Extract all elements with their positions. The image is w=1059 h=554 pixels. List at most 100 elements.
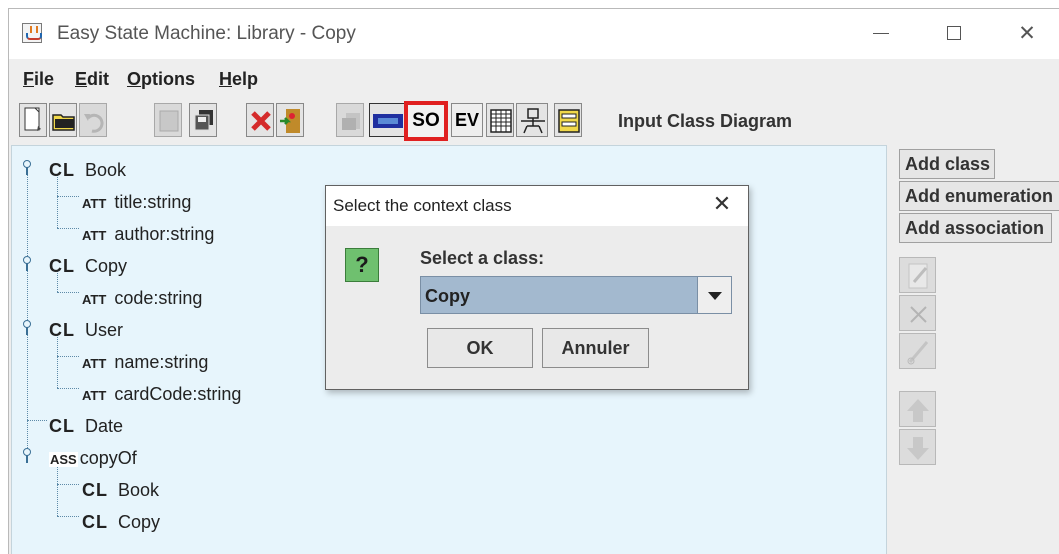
add-class-button[interactable]: Add class xyxy=(899,149,995,179)
node-label: copyOf xyxy=(79,448,137,468)
arrow-down-icon xyxy=(907,437,929,460)
open-folder-icon xyxy=(52,114,75,131)
attribute-tag: ATT xyxy=(82,356,107,371)
dialog-title-bar: Select the context class ✕ xyxy=(326,186,748,226)
node-label: title:string xyxy=(114,192,192,212)
delete-button[interactable] xyxy=(246,103,274,137)
new-file-icon xyxy=(24,107,41,131)
node-label: Date xyxy=(85,416,124,436)
open-folder-button[interactable] xyxy=(49,103,77,137)
tree-node-attribute[interactable]: ATT title:string xyxy=(82,192,191,213)
link-button[interactable] xyxy=(899,333,936,369)
save-icon xyxy=(159,110,179,132)
window-title: Easy State Machine: Library - Copy xyxy=(57,23,356,44)
tree-hline xyxy=(57,292,79,293)
save-all-icon xyxy=(194,110,213,131)
class-tag: CL xyxy=(49,416,75,436)
tree-node-association[interactable]: ASS copyOf xyxy=(49,448,137,469)
class-tag: CL xyxy=(49,256,75,276)
menu-help[interactable]: Help xyxy=(219,69,258,90)
save-button[interactable] xyxy=(154,103,182,137)
title-bar: Easy State Machine: Library - Copy ✕ xyxy=(9,9,1059,59)
delete-icon xyxy=(251,111,271,131)
java-app-icon xyxy=(22,23,42,43)
close-icon xyxy=(910,306,927,323)
tree-branch-line xyxy=(57,174,58,228)
node-label: Copy xyxy=(85,256,128,276)
tree-node-class[interactable]: CL User xyxy=(49,320,123,341)
maximize-button[interactable] xyxy=(931,15,977,53)
tree-hline xyxy=(57,388,79,389)
expand-toggle-icon[interactable] xyxy=(21,160,31,175)
tree-node-attribute[interactable]: ATT author:string xyxy=(82,224,214,245)
association-tag: ASS xyxy=(49,452,78,467)
state-machine-button[interactable] xyxy=(369,103,405,137)
grid-button[interactable] xyxy=(486,103,514,137)
dialog-close-button[interactable]: ✕ xyxy=(704,190,740,222)
attribute-tag: ATT xyxy=(82,228,107,243)
tree-hline xyxy=(57,196,79,197)
toolbar: SO EV Input Class Diagram xyxy=(9,101,1059,145)
remove-button[interactable] xyxy=(899,295,936,331)
copy-button[interactable] xyxy=(336,103,364,137)
move-down-button[interactable] xyxy=(899,429,936,465)
close-window-button[interactable]: ✕ xyxy=(1004,15,1050,53)
tree-hline xyxy=(57,228,79,229)
new-file-button[interactable] xyxy=(19,103,47,137)
class-select[interactable]: Copy xyxy=(420,276,732,314)
tree-node-class[interactable]: CL Copy xyxy=(82,512,160,533)
robot-button[interactable] xyxy=(516,103,548,137)
ev-button[interactable]: EV xyxy=(451,103,483,137)
tree-node-class[interactable]: CL Book xyxy=(49,160,126,181)
menu-file[interactable]: File xyxy=(23,69,54,90)
tree-node-class[interactable]: CL Copy xyxy=(49,256,127,277)
add-enumeration-button[interactable]: Add enumeration xyxy=(899,181,1059,211)
expand-toggle-icon[interactable] xyxy=(21,256,31,271)
tree-hline xyxy=(57,356,79,357)
tree-root-line xyxy=(27,166,28,462)
undo-icon xyxy=(84,113,104,133)
class-select-value: Copy xyxy=(425,286,470,306)
tree-node-attribute[interactable]: ATT code:string xyxy=(82,288,202,309)
save-all-button[interactable] xyxy=(189,103,217,137)
attribute-tag: ATT xyxy=(82,388,107,403)
tree-node-attribute[interactable]: ATT cardCode:string xyxy=(82,384,241,405)
edit-button[interactable] xyxy=(899,257,936,293)
minimize-icon xyxy=(873,32,889,34)
tree-hline xyxy=(57,516,79,517)
menu-edit[interactable]: Edit xyxy=(75,69,109,90)
node-label: name:string xyxy=(114,352,209,372)
maximize-icon xyxy=(947,26,961,40)
node-label: Copy xyxy=(118,512,161,532)
tree-node-class[interactable]: CL Date xyxy=(49,416,123,437)
undo-button[interactable] xyxy=(79,103,107,137)
minimize-button[interactable] xyxy=(858,15,904,53)
edit-icon xyxy=(908,263,928,289)
grid-icon xyxy=(490,109,512,133)
cancel-button[interactable]: Annuler xyxy=(542,328,649,368)
ok-button[interactable]: OK xyxy=(427,328,533,368)
so-button[interactable]: SO xyxy=(404,101,448,141)
node-label: User xyxy=(85,320,124,340)
expand-toggle-icon[interactable] xyxy=(21,320,31,335)
select-context-class-dialog: Select the context class ✕ ? Select a cl… xyxy=(325,185,749,390)
tree-hline xyxy=(27,420,47,421)
move-up-button[interactable] xyxy=(899,391,936,427)
chevron-down-icon[interactable] xyxy=(697,277,731,313)
menu-options[interactable]: Options xyxy=(127,69,195,90)
mode-label: Input Class Diagram xyxy=(618,111,793,131)
node-label: Book xyxy=(85,160,127,180)
exit-button[interactable] xyxy=(276,103,304,137)
copy-icon xyxy=(342,113,360,130)
expand-toggle-icon[interactable] xyxy=(21,448,31,463)
tree-node-attribute[interactable]: ATT name:string xyxy=(82,352,208,373)
node-label: cardCode:string xyxy=(114,384,242,404)
node-label: author:string xyxy=(114,224,215,244)
form-button[interactable] xyxy=(554,103,582,137)
class-tag: CL xyxy=(82,480,108,500)
add-association-button[interactable]: Add association xyxy=(899,213,1052,243)
select-class-label: Select a class: xyxy=(420,248,545,268)
form-icon xyxy=(558,109,580,133)
tree-node-class[interactable]: CL Book xyxy=(82,480,159,501)
arrow-up-icon xyxy=(907,399,929,422)
